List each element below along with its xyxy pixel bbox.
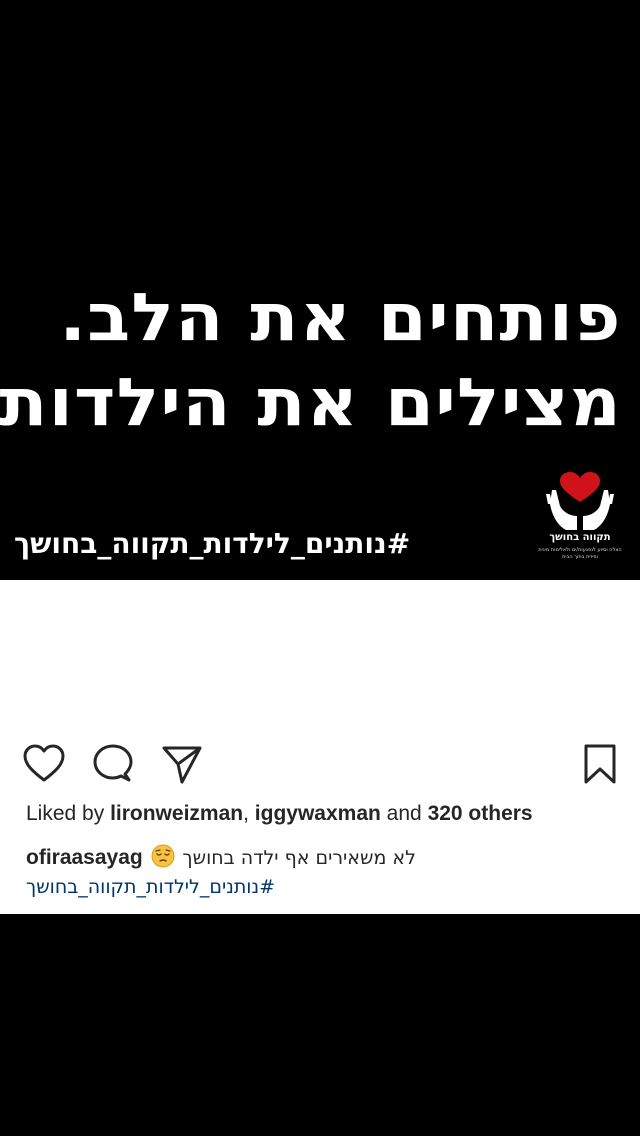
likes-prefix: Liked by — [26, 802, 105, 825]
headline-line-2: מצילים את הילדות — [0, 364, 622, 441]
caption-username[interactable]: ofiraasayag — [26, 846, 143, 869]
caption-hashtag-link[interactable]: #נותנים_לילדות_תקווה_בחושך — [26, 876, 275, 898]
likes-separator: , — [243, 802, 249, 825]
comment-bubble-icon[interactable] — [91, 742, 135, 786]
caption: ofiraasayag לא משאירים אף ילדה בחושך — [26, 844, 416, 874]
paper-plane-icon[interactable] — [160, 742, 204, 786]
likes-and: and — [386, 802, 422, 825]
liked-by-user-1[interactable]: lironweizman — [110, 802, 243, 825]
bottom-blank-area — [0, 914, 640, 1136]
post-image[interactable]: פותחים את הלב. מצילים את הילדות #נותנים_… — [0, 0, 640, 580]
heart-in-hands-icon — [546, 472, 614, 530]
caption-text: לא משאירים אף ילדה בחושך — [182, 847, 416, 869]
bookmark-icon[interactable] — [578, 742, 622, 786]
likes-summary[interactable]: Liked by lironweizman, iggywaxman and 32… — [26, 802, 533, 826]
organization-tagline: הצלה וסיוע לנפגעות/ים ולאלימות מינית ופי… — [538, 547, 622, 560]
liked-by-user-2[interactable]: iggywaxman — [255, 802, 381, 825]
pensive-face-emoji — [151, 844, 175, 874]
image-hashtag: #נותנים_לילדות_תקווה_בחושך — [14, 527, 411, 560]
likes-others-count[interactable]: 320 others — [428, 802, 533, 825]
organization-name: תקווה בחושך — [549, 532, 611, 543]
post-footer: Liked by lironweizman, iggywaxman and 32… — [0, 580, 640, 914]
headline-line-1: פותחים את הלב. — [59, 279, 622, 356]
organization-logo: תקווה בחושך הצלה וסיוע לנפגעות/ים ולאלימ… — [532, 472, 628, 568]
heart-outline-icon[interactable] — [22, 742, 66, 786]
